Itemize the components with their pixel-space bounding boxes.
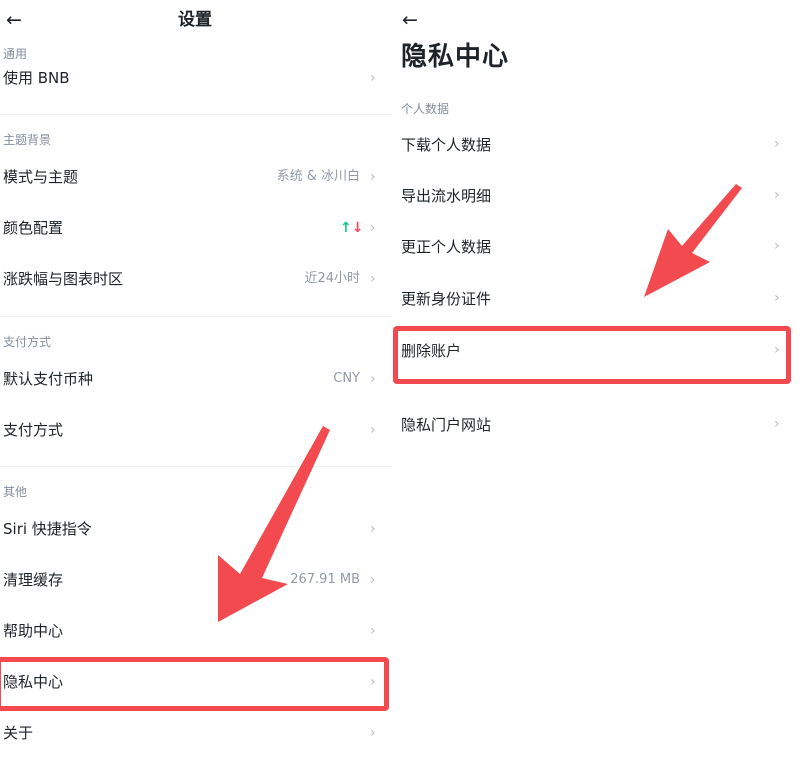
settings-panel: ← 设置 通用 使用 BNB › 主题背景 模式与主题 系统 & 冰川白 › 颜… <box>0 0 392 769</box>
page-title: 隐私中心 <box>401 42 510 72</box>
chevron-right-icon: › <box>370 572 376 588</box>
about-label: 关于 <box>3 724 34 742</box>
correct-data-row[interactable]: 更正个人数据 › <box>392 233 800 261</box>
download-data-label: 下载个人数据 <box>401 136 492 154</box>
section-other: 其他 <box>3 485 28 499</box>
chevron-right-icon: › <box>370 169 376 185</box>
help-center-label: 帮助中心 <box>3 622 64 640</box>
clear-cache-label: 清理缓存 <box>3 571 64 589</box>
divider <box>0 114 392 115</box>
chevron-right-icon: › <box>774 238 780 254</box>
section-personal-data: 个人数据 <box>401 102 450 116</box>
privacy-portal-label: 隐私门户网站 <box>401 416 492 434</box>
section-payment: 支付方式 <box>3 335 52 349</box>
download-data-row[interactable]: 下载个人数据 › <box>392 131 800 159</box>
chevron-right-icon: › <box>370 623 376 639</box>
default-currency-label: 默认支付币种 <box>3 370 94 388</box>
up-arrow-icon: ↑ <box>340 220 352 236</box>
page-title: 设置 <box>178 10 212 30</box>
payment-methods-row[interactable]: 支付方式 › <box>0 416 392 444</box>
siri-shortcuts-row[interactable]: Siri 快捷指令 › <box>0 515 392 543</box>
down-arrow-icon: ↓ <box>351 220 364 236</box>
chevron-right-icon: › <box>774 416 780 432</box>
default-currency-value: CNY <box>333 371 360 386</box>
use-bnb-label: 使用 BNB <box>3 69 70 87</box>
chevron-right-icon: › <box>370 371 376 387</box>
change-chart-tz-label: 涨跌幅与图表时区 <box>3 270 124 288</box>
help-center-row[interactable]: 帮助中心 › <box>0 617 392 645</box>
color-config-row[interactable]: 颜色配置 ↑↓ › <box>0 214 392 242</box>
update-id-row[interactable]: 更新身份证件 › <box>392 285 800 313</box>
use-bnb-row[interactable]: 使用 BNB › <box>0 64 392 92</box>
export-statement-row[interactable]: 导出流水明细 › <box>392 182 800 210</box>
back-arrow-icon[interactable]: ← <box>6 10 22 30</box>
chevron-right-icon: › <box>774 187 780 203</box>
highlight-box-delete-account <box>393 326 791 384</box>
chevron-right-icon: › <box>774 136 780 152</box>
mode-theme-row[interactable]: 模式与主题 系统 & 冰川白 › <box>0 163 392 191</box>
export-statement-label: 导出流水明细 <box>401 187 492 205</box>
siri-shortcuts-label: Siri 快捷指令 <box>3 520 92 538</box>
divider <box>0 466 392 467</box>
back-arrow-icon[interactable]: ← <box>402 10 418 30</box>
mode-theme-label: 模式与主题 <box>3 168 79 186</box>
chevron-right-icon: › <box>370 271 376 287</box>
divider <box>0 316 392 317</box>
chevron-right-icon: › <box>774 290 780 306</box>
privacy-portal-row[interactable]: 隐私门户网站 › <box>392 411 800 439</box>
correct-data-label: 更正个人数据 <box>401 238 492 256</box>
privacy-center-panel: ← 隐私中心 个人数据 下载个人数据 › 导出流水明细 › 更正个人数据 › 更… <box>392 0 800 769</box>
change-chart-tz-row[interactable]: 涨跌幅与图表时区 近24小时 › <box>0 265 392 293</box>
mode-theme-value: 系统 & 冰川白 <box>276 169 360 184</box>
default-currency-row[interactable]: 默认支付币种 CNY › <box>0 365 392 393</box>
chevron-right-icon: › <box>370 725 376 741</box>
color-config-label: 颜色配置 <box>3 219 64 237</box>
section-general: 通用 <box>3 47 28 61</box>
clear-cache-value: 267.91 MB <box>290 572 360 587</box>
up-down-color-icon: ↑↓ <box>340 220 363 236</box>
clear-cache-row[interactable]: 清理缓存 267.91 MB › <box>0 566 392 594</box>
chevron-right-icon: › <box>370 521 376 537</box>
change-chart-tz-value: 近24小时 <box>304 271 360 286</box>
pointer-arrow-icon <box>644 184 742 297</box>
payment-methods-label: 支付方式 <box>3 421 64 439</box>
chevron-right-icon: › <box>370 422 376 438</box>
update-id-label: 更新身份证件 <box>401 290 492 308</box>
chevron-right-icon: › <box>370 70 376 86</box>
highlight-box-privacy-center <box>0 657 389 711</box>
chevron-right-icon: › <box>370 220 376 236</box>
about-row[interactable]: 关于 › <box>0 719 392 747</box>
section-theme: 主题背景 <box>3 133 52 147</box>
